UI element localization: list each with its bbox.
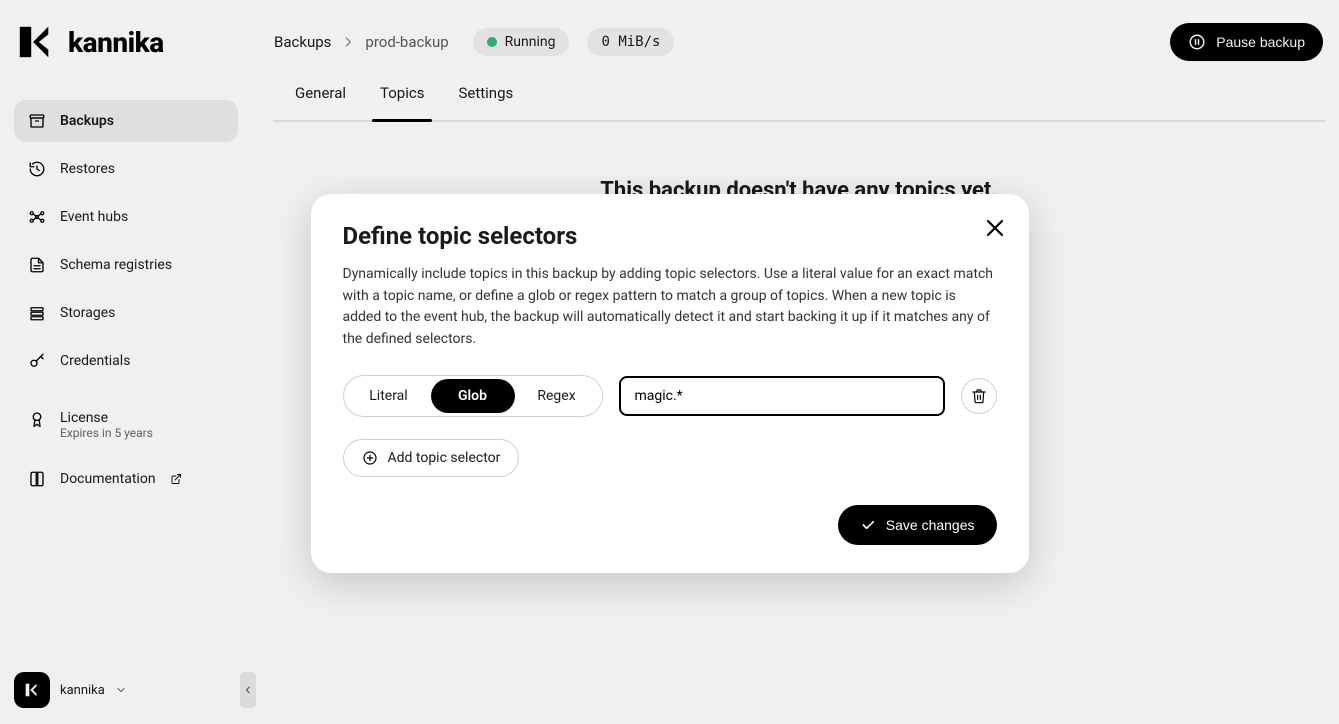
- modal-overlay: Define topic selectors Dynamically inclu…: [0, 0, 1339, 724]
- define-topic-selectors-dialog: Define topic selectors Dynamically inclu…: [311, 194, 1029, 573]
- selector-type-literal[interactable]: Literal: [347, 379, 431, 413]
- save-button-label: Save changes: [886, 517, 975, 533]
- selector-row: Literal Glob Regex: [343, 375, 997, 417]
- modal-title: Define topic selectors: [343, 222, 997, 250]
- trash-icon: [971, 388, 987, 404]
- add-topic-selector-button[interactable]: Add topic selector: [343, 439, 520, 477]
- plus-circle-icon: [362, 450, 378, 466]
- delete-selector-button[interactable]: [961, 378, 997, 414]
- close-button[interactable]: [977, 210, 1013, 246]
- selector-type-segmented: Literal Glob Regex: [343, 375, 603, 417]
- add-selector-label: Add topic selector: [388, 450, 501, 466]
- check-icon: [860, 517, 876, 533]
- modal-description: Dynamically include topics in this backu…: [343, 264, 997, 351]
- close-icon: [983, 216, 1007, 240]
- topic-pattern-input[interactable]: [619, 376, 945, 416]
- selector-type-regex[interactable]: Regex: [515, 379, 599, 413]
- save-changes-button[interactable]: Save changes: [838, 505, 997, 545]
- selector-type-glob[interactable]: Glob: [431, 379, 515, 413]
